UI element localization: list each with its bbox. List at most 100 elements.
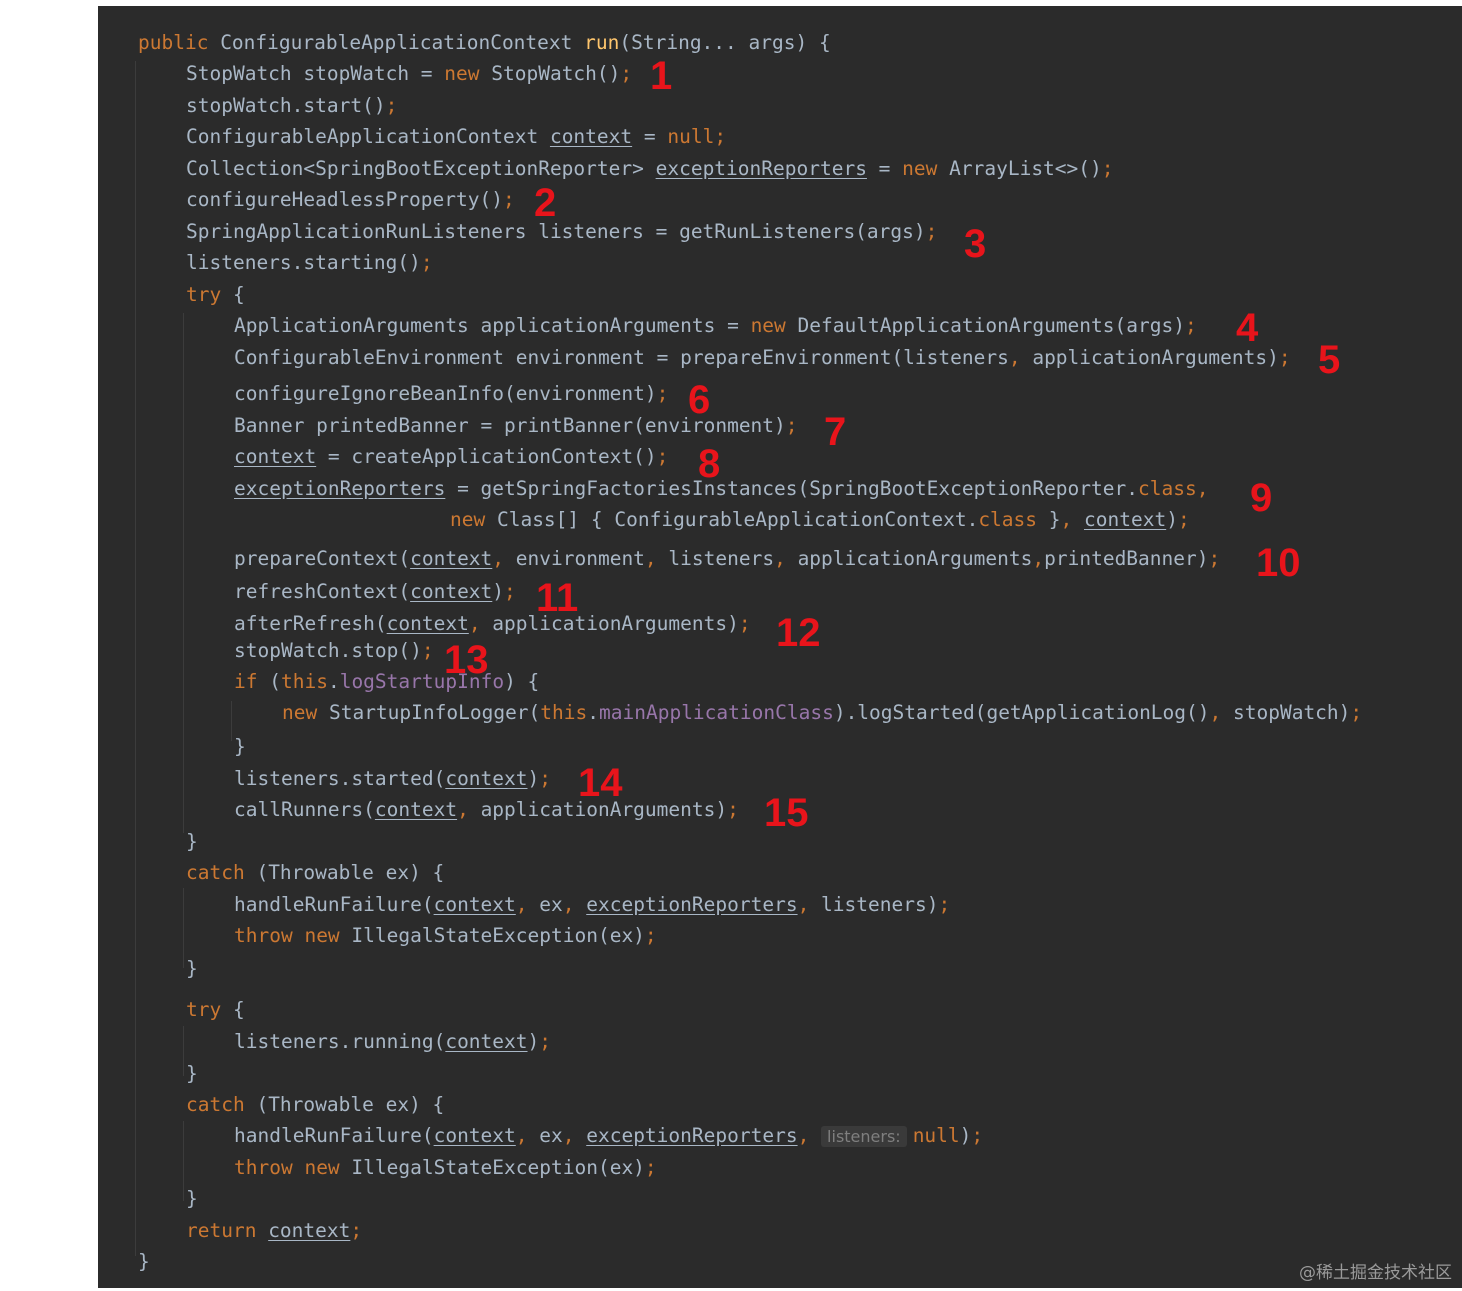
code-token: ConfigurableApplicationContext <box>186 125 550 148</box>
code-token: , <box>1209 701 1233 724</box>
code-token: exceptionReporters <box>655 157 867 180</box>
code-line[interactable]: } <box>138 1247 150 1277</box>
code-line[interactable]: ConfigurableEnvironment environment = pr… <box>234 343 1291 373</box>
code-token: mainApplicationClass <box>599 701 834 724</box>
code-token: Class[] { ConfigurableApplicationContext… <box>496 508 979 531</box>
code-token: ( <box>269 670 281 693</box>
code-token: , <box>1060 508 1084 531</box>
code-line[interactable]: configureHeadlessProperty(); <box>186 185 515 215</box>
code-line[interactable]: callRunners(context, applicationArgument… <box>234 795 739 825</box>
code-line[interactable]: ApplicationArguments applicationArgument… <box>234 311 1197 341</box>
code-token: handleRunFailure( <box>234 893 434 916</box>
step-number-label: 8 <box>698 442 721 486</box>
code-token: applicationArguments <box>797 547 1033 570</box>
code-line[interactable]: try { <box>186 995 245 1025</box>
code-token: context <box>433 1124 516 1147</box>
code-token: ; <box>656 382 669 405</box>
code-line[interactable]: refreshContext(context); <box>234 577 516 607</box>
code-line[interactable]: ConfigurableApplicationContext context =… <box>186 122 726 152</box>
code-token: , <box>468 612 493 635</box>
code-token: , <box>515 1124 540 1147</box>
code-line[interactable]: prepareContext(context, environment, lis… <box>234 544 1220 574</box>
code-token: context <box>433 893 516 916</box>
code-line[interactable]: } <box>186 827 198 857</box>
code-token: . <box>327 670 340 693</box>
code-token: , <box>1008 346 1033 369</box>
code-line[interactable]: SpringApplicationRunListeners listeners … <box>186 217 937 247</box>
code-token: , <box>457 798 481 821</box>
code-token: environment <box>515 547 645 570</box>
code-token: ConfigurableApplicationContext <box>220 31 585 54</box>
code-line[interactable]: throw new IllegalStateException(ex); <box>234 1153 657 1183</box>
code-token: ).logStarted(getApplicationLog() <box>833 701 1210 724</box>
code-token: listeners.started( <box>234 767 446 790</box>
code-token: = <box>632 125 668 148</box>
code-token: ArrayList<>() <box>949 157 1102 180</box>
code-token: ; <box>1184 314 1197 337</box>
step-number-label: 1 <box>650 54 673 98</box>
code-token: class <box>978 508 1049 531</box>
code-line[interactable]: configureIgnoreBeanInfo(environment); <box>234 379 668 409</box>
code-editor[interactable]: public ConfigurableApplicationContext ru… <box>98 6 1462 1288</box>
code-line[interactable]: new StartupInfoLogger(this.mainApplicati… <box>282 698 1362 728</box>
code-line[interactable]: throw new IllegalStateException(ex); <box>234 921 657 951</box>
code-line[interactable]: Banner printedBanner = printBanner(envir… <box>234 411 798 441</box>
code-token: = <box>866 157 903 180</box>
code-token: { <box>232 998 245 1021</box>
code-token: configureIgnoreBeanInfo(environment) <box>234 382 657 405</box>
code-token: . <box>587 701 600 724</box>
code-token: ; <box>925 220 938 243</box>
indent-guide <box>183 1121 184 1201</box>
code-line[interactable]: return context; <box>186 1216 362 1246</box>
code-line[interactable]: listeners.running(context); <box>234 1027 551 1057</box>
code-line[interactable]: afterRefresh(context, applicationArgumen… <box>234 609 751 639</box>
code-token: ; <box>385 94 398 117</box>
code-token: listeners <box>668 547 775 570</box>
code-line[interactable]: } <box>186 1184 198 1214</box>
code-token: context <box>374 798 458 821</box>
code-token: ; <box>644 1156 657 1179</box>
code-token: } <box>138 1250 150 1273</box>
code-line[interactable]: catch (Throwable ex) { <box>186 1090 444 1120</box>
code-token: IllegalStateException(ex) <box>351 1156 645 1179</box>
code-line[interactable]: listeners.started(context); <box>234 764 551 794</box>
step-number-label: 12 <box>776 611 821 655</box>
code-line[interactable]: handleRunFailure(context, ex, exceptionR… <box>234 1121 983 1151</box>
code-token: context <box>410 580 493 603</box>
code-line[interactable]: stopWatch.stop(); <box>234 636 434 666</box>
code-token: , <box>515 893 540 916</box>
code-line[interactable]: if (this.logStartupInfo) { <box>234 667 539 697</box>
code-token: listeners) <box>821 893 939 916</box>
step-number-label: 13 <box>444 638 489 682</box>
code-line[interactable]: listeners.starting(); <box>186 248 433 278</box>
code-token: null; <box>667 125 727 148</box>
code-token: new <box>444 62 492 85</box>
code-token: ; <box>504 580 516 603</box>
code-token: new <box>450 508 497 531</box>
code-token: ; <box>1177 508 1190 531</box>
code-line[interactable]: } <box>234 732 246 762</box>
code-line[interactable]: Collection<SpringBootExceptionReporter> … <box>186 154 1114 184</box>
code-token: new <box>902 157 950 180</box>
code-token: ) <box>527 767 540 790</box>
step-number-label: 4 <box>1236 306 1259 350</box>
code-token: null <box>912 1124 960 1147</box>
code-token: ; <box>539 767 552 790</box>
code-token: new <box>750 314 798 337</box>
code-line[interactable]: StopWatch stopWatch = new StopWatch(); <box>186 59 632 89</box>
code-token: , <box>1032 547 1045 570</box>
code-line[interactable]: context = createApplicationContext(); <box>234 442 668 472</box>
code-line[interactable]: try { <box>186 280 245 310</box>
code-token: ; <box>727 798 739 821</box>
code-line[interactable]: new Class[] { ConfigurableApplicationCon… <box>450 505 1190 535</box>
code-line[interactable]: stopWatch.start(); <box>186 91 397 121</box>
code-line[interactable]: } <box>186 954 198 984</box>
code-token: run <box>584 31 620 54</box>
code-line[interactable]: public ConfigurableApplicationContext ru… <box>138 28 831 58</box>
code-line[interactable]: catch (Throwable ex) { <box>186 858 444 888</box>
code-token: ApplicationArguments applicationArgument… <box>234 314 751 337</box>
code-token: StartupInfoLogger( <box>328 701 541 724</box>
code-line[interactable]: handleRunFailure(context, ex, exceptionR… <box>234 890 950 920</box>
code-line[interactable]: exceptionReporters = getSpringFactoriesI… <box>234 474 1220 504</box>
code-line[interactable]: } <box>186 1059 198 1089</box>
